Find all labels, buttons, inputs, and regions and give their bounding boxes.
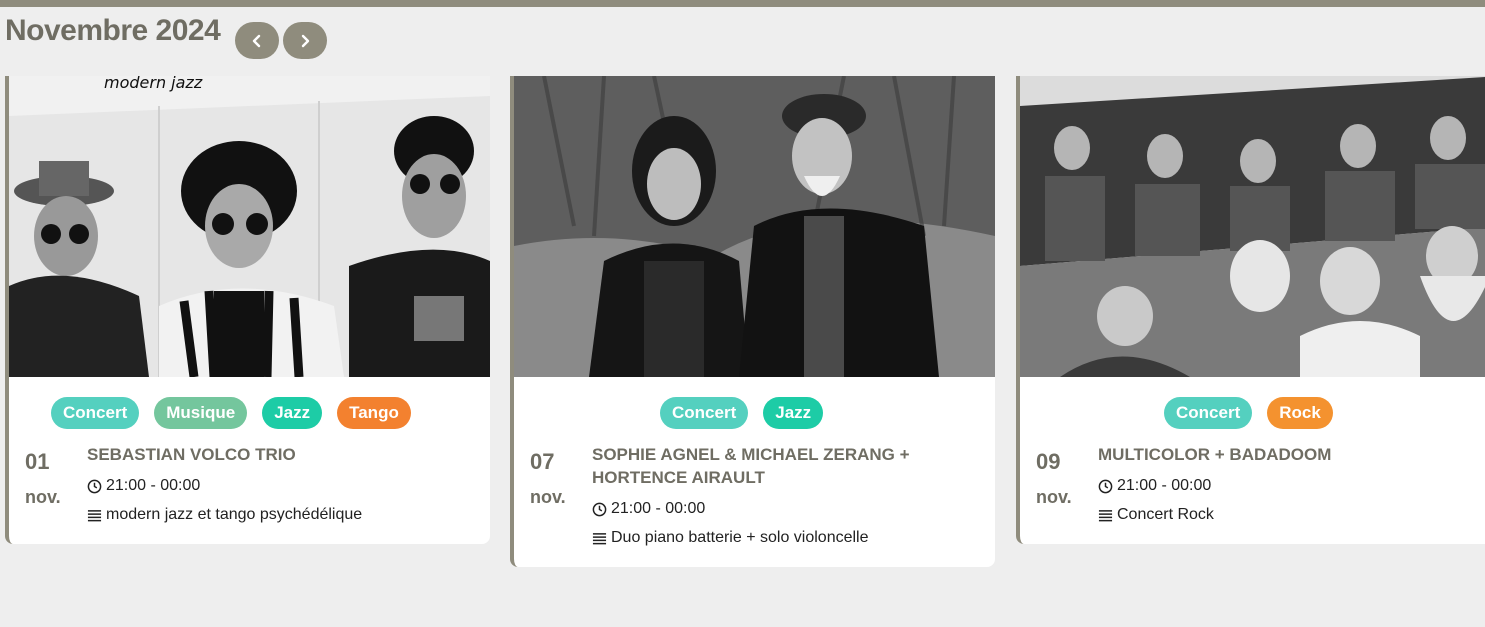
event-day: 01 xyxy=(25,449,50,474)
event-time-text: 21:00 - 00:00 xyxy=(611,500,706,517)
event-time: 21:00 - 00:00 xyxy=(1098,477,1481,495)
event-time-text: 21:00 - 00:00 xyxy=(106,477,201,494)
clock-icon xyxy=(592,502,607,516)
tag-concert[interactable]: Concert xyxy=(51,397,140,429)
tag-jazz[interactable]: Jazz xyxy=(763,397,824,429)
event-photo[interactable] xyxy=(514,76,995,377)
tag-rock[interactable]: Rock xyxy=(1267,397,1333,429)
event-title[interactable]: SEBASTIAN VOLCO TRIO xyxy=(87,443,470,466)
photo-caption: modern jazz xyxy=(104,76,203,92)
chevron-right-icon xyxy=(301,34,310,47)
event-time: 21:00 - 00:00 xyxy=(592,500,975,518)
event-title[interactable]: SOPHIE AGNEL & MICHAEL ZERANG + HORTENCE… xyxy=(592,443,975,489)
previous-month-button[interactable] xyxy=(235,22,279,59)
tag-concert[interactable]: Concert xyxy=(1164,397,1253,429)
tag-concert[interactable]: Concert xyxy=(660,397,749,429)
list-icon xyxy=(87,509,102,521)
event-photo[interactable] xyxy=(1020,76,1485,377)
event-description: modern jazz et tango psychédélique xyxy=(87,506,470,524)
clock-icon xyxy=(1098,479,1113,493)
event-description: Duo piano batterie + solo violoncelle xyxy=(592,529,975,547)
event-description-text: Duo piano batterie + solo violoncelle xyxy=(611,529,869,546)
month-title: Novembre 2024 xyxy=(5,14,221,47)
event-card[interactable]: Concert Jazz 07 nov. SOPHIE AGNEL & MICH… xyxy=(510,76,995,567)
event-day: 09 xyxy=(1036,449,1061,474)
event-time: 21:00 - 00:00 xyxy=(87,477,470,495)
band-photo-image: modern jazz xyxy=(9,76,490,377)
tag-musique[interactable]: Musique xyxy=(154,397,248,429)
tag-tango[interactable]: Tango xyxy=(337,397,411,429)
chevron-left-icon xyxy=(252,34,261,47)
bands-photo-image xyxy=(1020,76,1485,377)
event-day: 07 xyxy=(530,449,555,474)
clock-icon xyxy=(87,479,102,493)
event-month: nov. xyxy=(1036,487,1072,507)
event-card[interactable]: Concert Rock 09 nov. MULTICOLOR + BADADO… xyxy=(1016,76,1485,544)
tag-list: Concert Jazz xyxy=(514,397,995,429)
duo-photo-image xyxy=(514,76,995,377)
tag-jazz[interactable]: Jazz xyxy=(262,397,323,429)
top-accent-bar xyxy=(0,0,1485,7)
event-date: 07 nov. xyxy=(514,443,592,547)
event-description-text: modern jazz et tango psychédélique xyxy=(106,506,363,523)
list-icon xyxy=(1098,509,1113,521)
event-description-text: Concert Rock xyxy=(1117,506,1214,523)
next-month-button[interactable] xyxy=(283,22,327,59)
list-icon xyxy=(592,532,607,544)
tag-list: Concert Musique Jazz Tango xyxy=(9,397,490,429)
event-description: Concert Rock xyxy=(1098,506,1481,524)
event-time-text: 21:00 - 00:00 xyxy=(1117,477,1212,494)
event-photo[interactable]: modern jazz xyxy=(9,76,490,377)
event-date: 09 nov. xyxy=(1020,443,1098,524)
tag-list: Concert Rock xyxy=(1020,397,1485,429)
event-month: nov. xyxy=(530,487,566,507)
event-month: nov. xyxy=(25,487,61,507)
event-card[interactable]: modern jazz Concert Musique Jazz Tango 0… xyxy=(5,76,490,544)
event-title[interactable]: MULTICOLOR + BADADOOM xyxy=(1098,443,1481,466)
event-date: 01 nov. xyxy=(9,443,87,524)
